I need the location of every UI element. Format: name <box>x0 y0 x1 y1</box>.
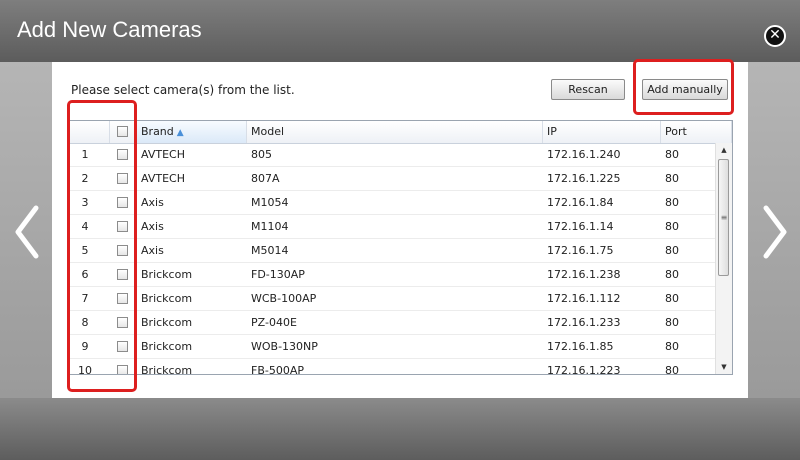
row-ip: 172.16.1.233 <box>547 316 621 329</box>
table-row[interactable]: 4 Axis M1104 172.16.1.14 80 <box>70 215 715 239</box>
table-row[interactable]: 5 Axis M5014 172.16.1.75 80 <box>70 239 715 263</box>
header-model[interactable]: Model <box>247 121 543 143</box>
dialog-content: Please select camera(s) from the list. R… <box>52 59 748 398</box>
row-brand: AVTECH <box>141 172 185 185</box>
row-model: 807A <box>251 172 280 185</box>
add-manually-highlight <box>633 59 734 115</box>
row-model: M1054 <box>251 196 289 209</box>
row-brand: Axis <box>141 244 164 257</box>
next-page-panel[interactable] <box>748 62 800 398</box>
row-port: 80 <box>665 172 679 185</box>
header-ip[interactable]: IP <box>543 121 661 143</box>
row-port: 80 <box>665 268 679 281</box>
row-ip: 172.16.1.223 <box>547 364 621 375</box>
row-model: WCB-100AP <box>251 292 317 305</box>
table-row[interactable]: 1 AVTECH 805 172.16.1.240 80 <box>70 143 715 167</box>
rescan-button[interactable]: Rescan <box>551 79 625 100</box>
grip-icon: ≡ <box>720 213 728 222</box>
table-row[interactable]: 9 Brickcom WOB-130NP 172.16.1.85 80 <box>70 335 715 359</box>
row-brand: Axis <box>141 196 164 209</box>
scroll-down-icon[interactable]: ▼ <box>716 360 732 374</box>
chevron-left-icon[interactable] <box>12 202 42 262</box>
window-title: Add New Cameras <box>17 17 202 42</box>
header-port-label: Port <box>665 125 687 138</box>
row-port: 80 <box>665 244 679 257</box>
row-brand: Axis <box>141 220 164 233</box>
table-row[interactable]: 2 AVTECH 807A 172.16.1.225 80 <box>70 167 715 191</box>
table-row[interactable]: 6 Brickcom FD-130AP 172.16.1.238 80 <box>70 263 715 287</box>
header-ip-label: IP <box>547 125 557 138</box>
row-ip: 172.16.1.85 <box>547 340 614 353</box>
row-brand: Brickcom <box>141 268 193 281</box>
instruction-text: Please select camera(s) from the list. <box>71 83 295 97</box>
row-ip: 172.16.1.225 <box>547 172 621 185</box>
row-model: PZ-040E <box>251 316 297 329</box>
header-port[interactable]: Port <box>661 121 732 143</box>
table-row[interactable]: 10 Brickcom FB-500AP 172.16.1.223 80 <box>70 359 715 375</box>
row-brand: Brickcom <box>141 292 193 305</box>
chevron-right-icon[interactable] <box>760 202 790 262</box>
row-port: 80 <box>665 364 679 375</box>
row-port: 80 <box>665 196 679 209</box>
footer-bar <box>0 398 800 460</box>
row-ip: 172.16.1.238 <box>547 268 621 281</box>
row-ip: 172.16.1.75 <box>547 244 614 257</box>
row-model: FD-130AP <box>251 268 305 281</box>
header-brand[interactable]: Brand ▲ <box>137 121 247 143</box>
scrollbar-thumb[interactable]: ≡ <box>718 159 729 276</box>
row-port: 80 <box>665 148 679 161</box>
table-header: Brand ▲ Model IP Port <box>70 121 732 144</box>
row-port: 80 <box>665 340 679 353</box>
sort-ascending-icon: ▲ <box>176 128 184 138</box>
header-model-label: Model <box>251 125 285 138</box>
row-model: 805 <box>251 148 272 161</box>
row-ip: 172.16.1.112 <box>547 292 621 305</box>
close-icon[interactable]: ✕ <box>764 25 786 47</box>
row-model: M1104 <box>251 220 289 233</box>
row-ip: 172.16.1.240 <box>547 148 621 161</box>
row-port: 80 <box>665 292 679 305</box>
row-brand: Brickcom <box>141 364 193 375</box>
row-ip: 172.16.1.84 <box>547 196 614 209</box>
row-brand: Brickcom <box>141 340 193 353</box>
scroll-up-icon[interactable]: ▲ <box>716 143 732 157</box>
row-port: 80 <box>665 316 679 329</box>
row-brand: Brickcom <box>141 316 193 329</box>
row-port: 80 <box>665 220 679 233</box>
table-row[interactable]: 8 Brickcom PZ-040E 172.16.1.233 80 <box>70 311 715 335</box>
table-row[interactable]: 7 Brickcom WCB-100AP 172.16.1.112 80 <box>70 287 715 311</box>
title-bar: Add New Cameras ✕ <box>0 0 800 62</box>
header-brand-label: Brand <box>141 125 174 138</box>
table-row[interactable]: 3 Axis M1054 172.16.1.84 80 <box>70 191 715 215</box>
camera-list-table: Brand ▲ Model IP Port 1 AVTECH 805 172.1… <box>69 120 733 375</box>
row-ip: 172.16.1.14 <box>547 220 614 233</box>
vertical-scrollbar[interactable]: ▲ ≡ ▼ <box>715 143 732 374</box>
row-model: FB-500AP <box>251 364 304 375</box>
checkbox-column-highlight <box>67 100 137 392</box>
previous-page-panel[interactable] <box>0 62 52 398</box>
row-brand: AVTECH <box>141 148 185 161</box>
row-model: M5014 <box>251 244 289 257</box>
row-model: WOB-130NP <box>251 340 318 353</box>
add-new-cameras-window: Add New Cameras ✕ Please select camera(s… <box>0 0 800 460</box>
